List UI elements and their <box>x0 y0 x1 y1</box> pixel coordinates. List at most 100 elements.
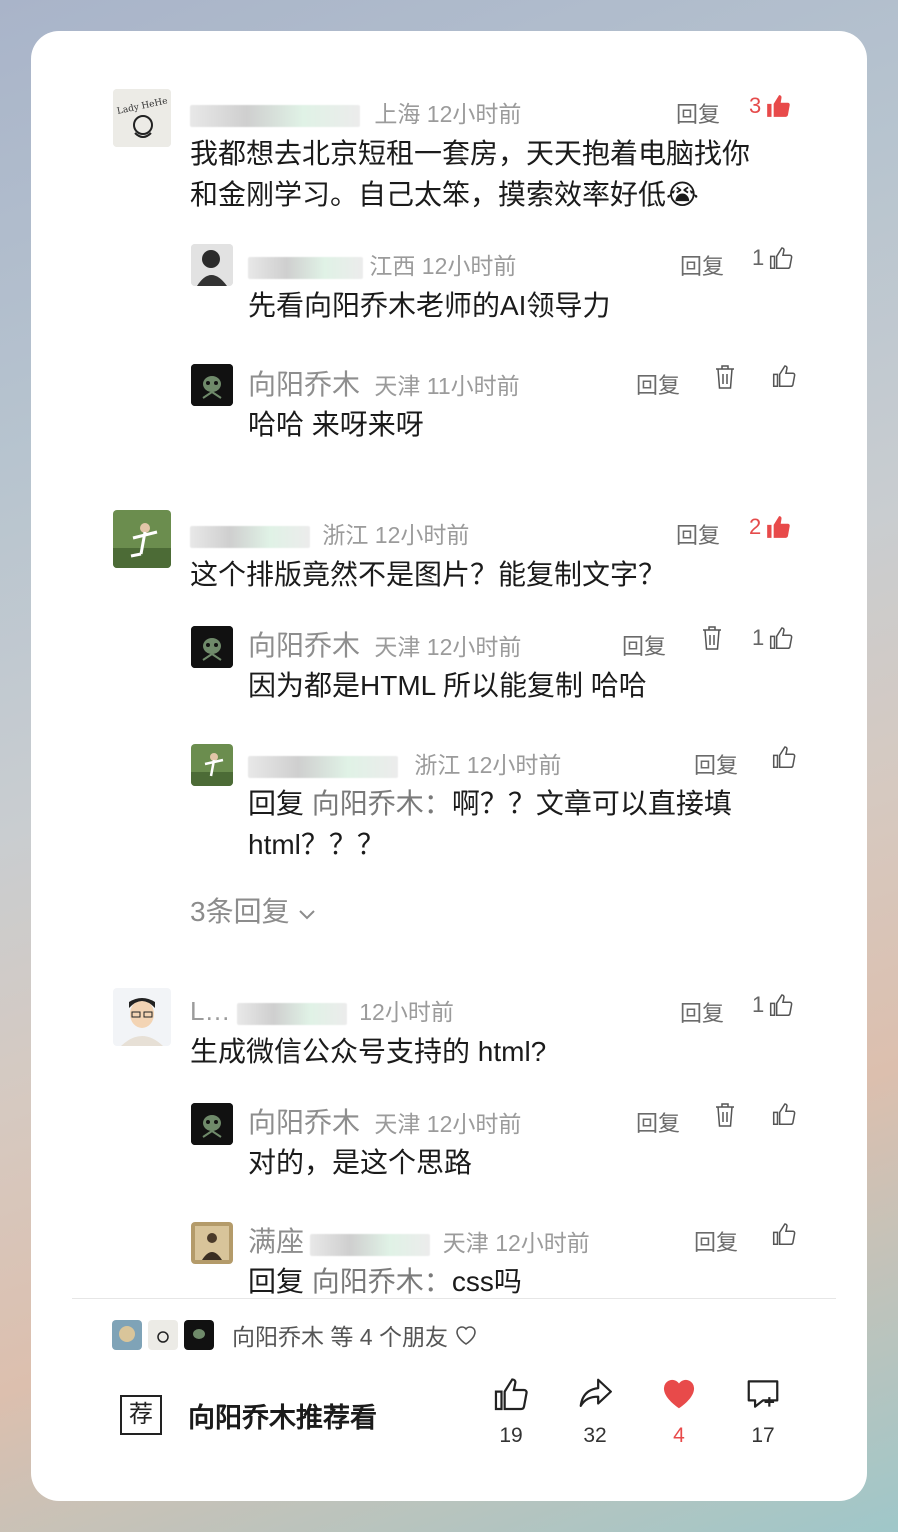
avatar[interactable] <box>191 1103 233 1145</box>
location: 天津 <box>442 1230 489 1256</box>
recommend-icon: 荐 <box>120 1395 162 1435</box>
comment-meta: L… 12小时前 <box>190 993 454 1027</box>
avatar[interactable] <box>113 510 171 568</box>
timestamp: 12小时前 <box>374 522 470 548</box>
masked-username[interactable] <box>190 104 360 127</box>
masked-username[interactable]: L… <box>190 996 230 1026</box>
reply-target-name[interactable]: 向阳乔木： <box>312 788 452 819</box>
reply-button[interactable]: 回复 <box>676 518 720 550</box>
location: 浙江 <box>414 752 461 778</box>
thumbs-up-icon[interactable] <box>771 1101 797 1127</box>
recommend-button[interactable]: 荐 向阳乔木推荐看 <box>120 1395 377 1435</box>
masked-username[interactable] <box>248 755 398 778</box>
comment-text: 这个排版竟然不是图片？能复制文字？ <box>190 559 667 590</box>
thumbs-up-icon <box>492 1375 530 1413</box>
reply-button[interactable]: 回复 <box>694 748 738 780</box>
reply-text: 先看向阳乔木老师的AI领导力 <box>248 290 611 321</box>
thumbs-up-icon <box>768 245 794 271</box>
reply-text: 对的，是这个思路 <box>248 1147 473 1178</box>
friends-like-text: 向阳乔木 等 4 个朋友 <box>232 1324 448 1350</box>
avatar[interactable]: Lady HeHe <box>113 89 171 147</box>
reply-prefix: 回复 <box>248 1266 305 1297</box>
reply-meta: 满座 天津 12小时前 <box>248 1220 590 1260</box>
avatar[interactable] <box>191 364 233 406</box>
heart-action-button[interactable]: 4 <box>649 1375 709 1448</box>
avatar[interactable] <box>191 244 233 286</box>
delete-icon[interactable] <box>713 364 737 390</box>
reply-button[interactable]: 回复 <box>680 996 724 1028</box>
thumbs-up-filled-icon <box>765 514 791 540</box>
comment-text: 生成微信公众号支持的 html? <box>190 1036 547 1067</box>
delete-icon[interactable] <box>700 625 724 651</box>
divider <box>72 1298 836 1299</box>
recommend-label: 向阳乔木推荐看 <box>188 1402 377 1433</box>
reply-text-content: css吗 <box>451 1266 522 1297</box>
reply-meta: 向阳乔木 天津 12小时前 <box>248 1101 521 1141</box>
avatar[interactable] <box>191 1222 233 1264</box>
thumbs-up-icon <box>768 992 794 1018</box>
like-button[interactable]: 1 <box>752 245 794 271</box>
timestamp: 12小时前 <box>359 999 454 1025</box>
reply-button[interactable]: 回复 <box>676 97 720 129</box>
delete-icon[interactable] <box>713 1102 737 1128</box>
avatar[interactable] <box>191 744 233 786</box>
friend-avatar <box>112 1320 142 1350</box>
reply-text: 因为都是HTML 所以能复制 哈哈 <box>248 670 647 701</box>
more-replies-button[interactable]: 3条回复 <box>190 890 317 930</box>
share-icon <box>576 1375 614 1413</box>
timestamp: 12小时前 <box>421 253 517 279</box>
masked-username-blur <box>236 1002 347 1025</box>
comment-add-icon <box>744 1375 782 1413</box>
location: 天津 <box>374 634 421 660</box>
reply-button[interactable]: 回复 <box>636 1106 680 1138</box>
friends-bar[interactable]: 向阳乔木 等 4 个朋友 <box>112 1318 478 1352</box>
like-button[interactable]: 1 <box>752 625 794 651</box>
reply-meta: 浙江 12小时前 <box>248 746 561 780</box>
avatar[interactable] <box>191 626 233 668</box>
timestamp: 12小时前 <box>495 1230 590 1256</box>
masked-username[interactable] <box>248 256 363 279</box>
reply-text: 回复 向阳乔木：css吗 <box>248 1261 522 1302</box>
reply-button[interactable]: 回复 <box>636 368 680 400</box>
username[interactable]: 满座 <box>248 1226 304 1257</box>
location: 天津 <box>374 1111 421 1137</box>
masked-username[interactable] <box>190 525 310 548</box>
avatar[interactable] <box>113 988 171 1046</box>
thumbs-up-icon <box>768 625 794 651</box>
comment-text-line: 我都想去北京短租一套房，天天抱着电脑找你 <box>190 138 751 169</box>
reply-button[interactable]: 回复 <box>694 1225 738 1257</box>
username[interactable]: 向阳乔木 <box>248 630 360 661</box>
like-button[interactable]: 1 <box>752 992 794 1018</box>
reply-meta: 向阳乔木 天津 12小时前 <box>248 624 521 664</box>
friend-avatar <box>184 1320 214 1350</box>
like-count: 1 <box>752 245 765 270</box>
like-button[interactable]: 2 <box>749 514 791 540</box>
share-action-count: 32 <box>583 1424 607 1447</box>
heart-filled-icon <box>660 1375 698 1413</box>
more-replies-label: 3条回复 <box>190 896 290 927</box>
like-button[interactable]: 3 <box>749 93 791 119</box>
reply-button[interactable]: 回复 <box>680 249 724 281</box>
timestamp: 12小时前 <box>426 101 522 127</box>
location: 浙江 <box>322 522 369 548</box>
heart-action-count: 4 <box>673 1424 685 1447</box>
reply-button[interactable]: 回复 <box>622 629 666 661</box>
thumbs-up-icon[interactable] <box>771 363 797 389</box>
timestamp: 12小时前 <box>426 634 522 660</box>
thumbs-up-icon[interactable] <box>771 1221 797 1247</box>
thumbs-up-filled-icon <box>765 93 791 119</box>
reply-target-name[interactable]: 向阳乔木： <box>312 1266 452 1297</box>
like-count: 3 <box>749 93 762 118</box>
like-count: 2 <box>749 514 762 539</box>
thumbs-up-icon[interactable] <box>771 744 797 770</box>
like-count: 1 <box>752 992 765 1017</box>
location: 天津 <box>374 373 421 399</box>
comment-text: 我都想去北京短租一套房，天天抱着电脑找你 和金刚学习。自己太笨，摸索效率好低😭 <box>190 133 810 215</box>
share-action-button[interactable]: 32 <box>565 1375 625 1448</box>
chevron-down-icon <box>297 907 317 921</box>
comments-card: Lady HeHe 上海 12小时前 回复 3 我都想去北京短租一套房，天天抱着… <box>31 31 867 1501</box>
comment-action-button[interactable]: 17 <box>733 1375 793 1448</box>
username[interactable]: 向阳乔木 <box>248 369 360 400</box>
like-action-button[interactable]: 19 <box>481 1375 541 1448</box>
username[interactable]: 向阳乔木 <box>248 1107 360 1138</box>
